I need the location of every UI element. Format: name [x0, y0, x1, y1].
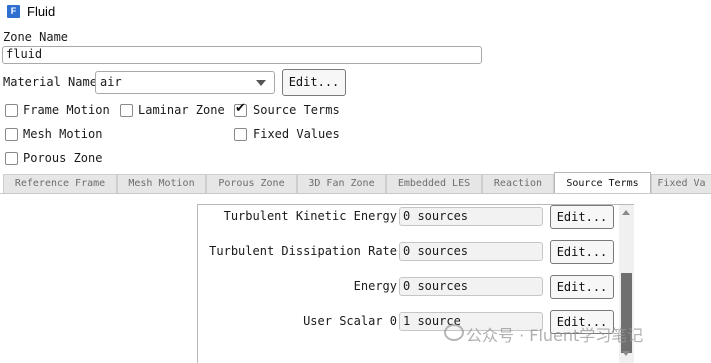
laminar-zone-checkbox[interactable]: [120, 104, 133, 117]
tab-reference-frame[interactable]: Reference Frame: [3, 174, 117, 193]
frame-motion-label: Frame Motion: [23, 103, 110, 117]
energy-sources-field: 0 sources: [399, 277, 543, 296]
tdr-edit-button[interactable]: Edit...: [550, 240, 614, 264]
scroll-up-icon[interactable]: [622, 210, 630, 215]
source-terms-label: Source Terms: [253, 103, 340, 117]
tke-label: Turbulent Kinetic Energy: [223, 209, 397, 223]
zone-name-input[interactable]: fluid: [2, 46, 482, 64]
material-name-label: Material Name: [3, 75, 97, 89]
energy-label: Energy: [353, 279, 397, 293]
user-scalar-0-label: User Scalar 0: [303, 314, 397, 328]
tab-embedded-les[interactable]: Embedded LES: [386, 174, 482, 193]
material-edit-button[interactable]: Edit...: [282, 69, 346, 96]
source-terms-checkbox[interactable]: ✔: [234, 101, 247, 117]
tab-mesh-motion[interactable]: Mesh Motion: [117, 174, 206, 193]
checkmark-icon: ✔: [235, 101, 246, 116]
tab-3d-fan-zone[interactable]: 3D Fan Zone: [297, 174, 386, 193]
chevron-down-icon: [256, 80, 266, 86]
fluent-app-icon: F: [7, 5, 20, 18]
mesh-motion-label: Mesh Motion: [23, 127, 103, 141]
title-bar: F Fluid: [0, 0, 711, 24]
tab-fixed-values[interactable]: Fixed Va: [651, 174, 711, 193]
porous-zone-label: Porous Zone: [23, 151, 103, 165]
fixed-values-label: Fixed Values: [253, 127, 340, 141]
tab-bar: Reference Frame Mesh Motion Porous Zone …: [0, 172, 711, 194]
material-select[interactable]: air: [95, 71, 275, 94]
scroll-down-icon[interactable]: [622, 351, 630, 356]
frame-motion-checkbox[interactable]: [5, 104, 18, 117]
tab-porous-zone[interactable]: Porous Zone: [206, 174, 297, 193]
watermark-text: 公众号 · Fluent学习笔记: [466, 326, 644, 345]
tdr-label: Turbulent Dissipation Rate: [209, 244, 397, 258]
tdr-sources-field: 0 sources: [399, 242, 543, 261]
porous-zone-checkbox[interactable]: [5, 152, 18, 165]
tke-edit-button[interactable]: Edit...: [550, 205, 614, 229]
tab-reaction[interactable]: Reaction: [482, 174, 554, 193]
tab-source-terms[interactable]: Source Terms: [554, 172, 651, 194]
window-title: Fluid: [27, 4, 56, 19]
zone-name-label: Zone Name: [3, 30, 69, 44]
tke-sources-field: 0 sources: [399, 207, 543, 226]
tab-divider: [0, 193, 711, 194]
fixed-values-checkbox[interactable]: [234, 128, 247, 141]
energy-edit-button[interactable]: Edit...: [550, 275, 614, 299]
mesh-motion-checkbox[interactable]: [5, 128, 18, 141]
laminar-zone-label: Laminar Zone: [138, 103, 225, 117]
material-select-value: air: [100, 75, 122, 89]
wechat-logo-icon: [444, 324, 464, 341]
